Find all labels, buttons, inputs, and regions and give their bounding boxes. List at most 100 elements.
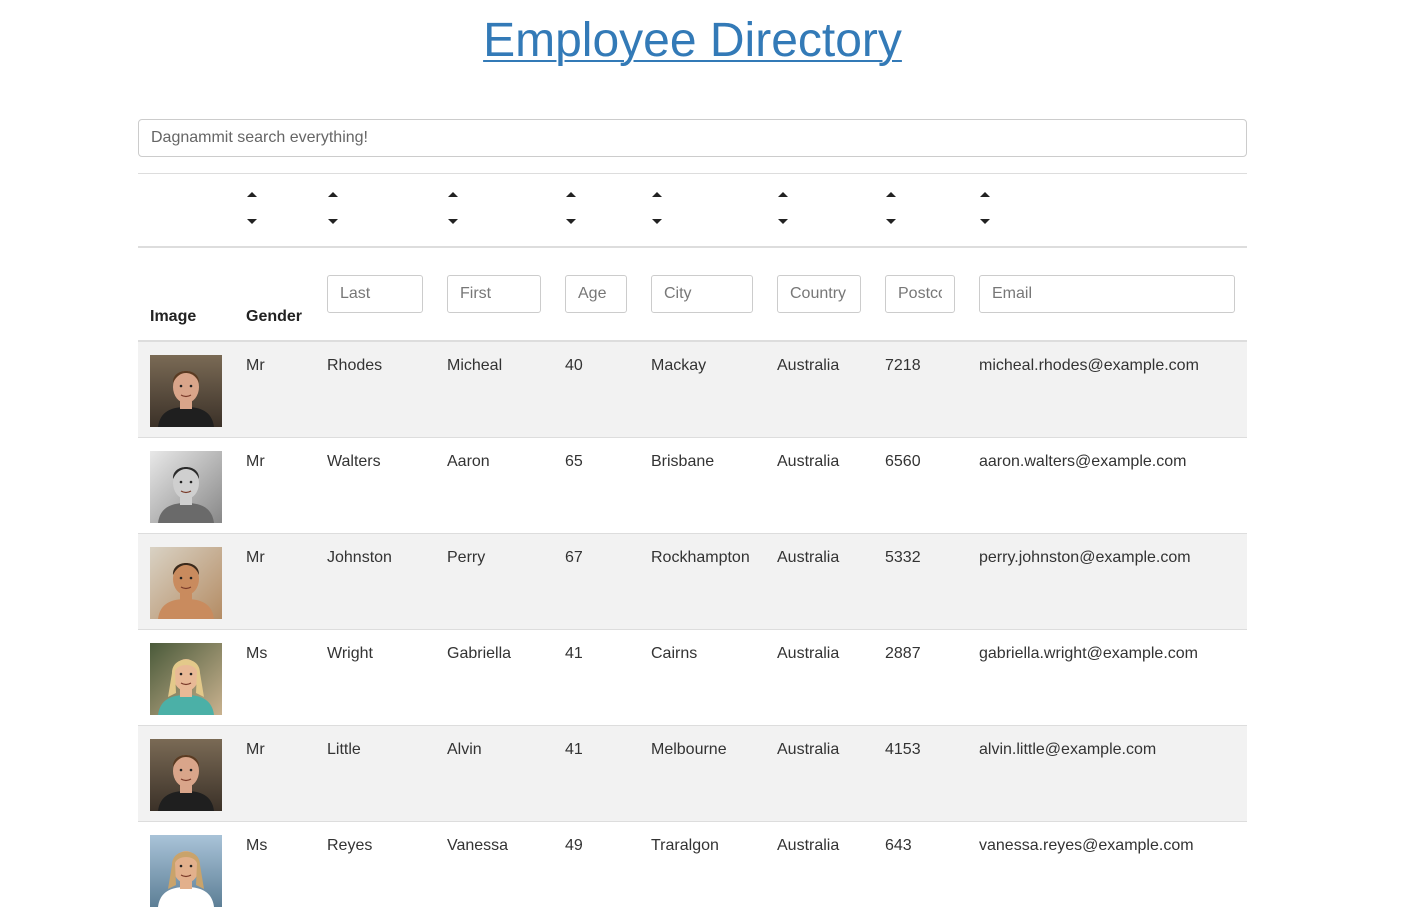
sort-cell-gender: [234, 173, 315, 247]
cell-email: gabriella.wright@example.com: [967, 628, 1247, 725]
cell-age: 49: [553, 820, 639, 917]
sort-first-control[interactable]: [446, 191, 460, 224]
table-row[interactable]: Mr Johnston Perry 67 Rockhampton Australia 533…: [138, 532, 1247, 629]
cell-postcode: 5332: [873, 532, 967, 629]
filter-last-input[interactable]: [327, 275, 423, 313]
avatar: [150, 355, 222, 427]
sort-city-asc-icon[interactable]: [652, 191, 662, 197]
cell-country: Australia: [765, 436, 873, 533]
avatar: [150, 450, 222, 523]
filter-postcode-input[interactable]: [885, 275, 955, 313]
sort-age-asc-icon[interactable]: [566, 191, 576, 197]
sort-age-desc-icon[interactable]: [566, 218, 576, 224]
cell-last: Johnston: [315, 532, 435, 629]
cell-first: Micheal: [435, 340, 553, 437]
filter-first-input[interactable]: [447, 275, 541, 313]
sort-age-control[interactable]: [564, 191, 578, 224]
cell-gender: Ms: [234, 628, 315, 725]
search-input[interactable]: [138, 119, 1247, 157]
sort-gender-asc-icon[interactable]: [247, 191, 257, 197]
sort-first-asc-icon[interactable]: [448, 191, 458, 197]
sort-cell-last: [315, 173, 435, 247]
sort-postcode-desc-icon[interactable]: [886, 218, 896, 224]
employee-table: Image Gender MrRhodesMic: [138, 173, 1247, 917]
sort-country-control[interactable]: [776, 191, 790, 224]
cell-image: [138, 436, 234, 533]
sort-postcode-control[interactable]: [884, 191, 898, 224]
sort-last-control[interactable]: [326, 191, 340, 224]
cell-image: [138, 532, 234, 629]
table-body: Mr Rhodes Micheal 40 Mackay Australia 7218 mich…: [138, 340, 1247, 917]
cell-first: Aaron: [435, 436, 553, 533]
header-last: [315, 246, 435, 342]
cell-country: Australia: [765, 724, 873, 821]
cell-city: Mackay: [639, 340, 765, 437]
cell-city: Rockhampton: [639, 532, 765, 629]
cell-image: [138, 628, 234, 725]
cell-gender: Mr: [234, 340, 315, 437]
avatar: [150, 738, 222, 811]
cell-last: Rhodes: [315, 340, 435, 437]
cell-gender: Mr: [234, 724, 315, 821]
filter-email-input[interactable]: [979, 275, 1235, 313]
sort-cell-email: [967, 173, 1247, 247]
cell-postcode: 6560: [873, 436, 967, 533]
page-title[interactable]: Employee Directory: [483, 8, 902, 74]
sort-first-desc-icon[interactable]: [448, 218, 458, 224]
cell-postcode: 643: [873, 820, 967, 917]
sort-gender-control[interactable]: [245, 191, 259, 224]
employee-table-container: Image Gender MrRhodesMic: [138, 173, 1247, 917]
cell-country: Australia: [765, 340, 873, 437]
sort-gender-desc-icon[interactable]: [247, 218, 257, 224]
sort-country-asc-icon[interactable]: [778, 191, 788, 197]
sort-cell-image: [138, 173, 234, 247]
sort-last-asc-icon[interactable]: [328, 191, 338, 197]
sort-postcode-asc-icon[interactable]: [886, 191, 896, 197]
cell-email: alvin.little@example.com: [967, 724, 1247, 821]
sort-email-control[interactable]: [978, 191, 992, 224]
cell-email: vanessa.reyes@example.com: [967, 820, 1247, 917]
cell-first: Perry: [435, 532, 553, 629]
header-row: Image Gender: [138, 246, 1247, 342]
cell-country: Australia: [765, 532, 873, 629]
sort-email-asc-icon[interactable]: [980, 191, 990, 197]
table-row[interactable]: Ms Wright Gabriella 41 Cairns Australia 2887 ga…: [138, 628, 1247, 725]
cell-age: 65: [553, 436, 639, 533]
cell-first: Gabriella: [435, 628, 553, 725]
header-email: [967, 246, 1247, 342]
filter-age-input[interactable]: [565, 275, 627, 313]
avatar: [150, 642, 222, 715]
sort-email-desc-icon[interactable]: [980, 218, 990, 224]
cell-postcode: 7218: [873, 340, 967, 437]
sort-row: [138, 173, 1247, 247]
cell-age: 67: [553, 532, 639, 629]
cell-last: Walters: [315, 436, 435, 533]
header-first: [435, 246, 553, 342]
table-row[interactable]: Ms Reyes Vanessa 49 Traralgon Australia 643 van…: [138, 820, 1247, 917]
sort-cell-city: [639, 173, 765, 247]
cell-email: micheal.rhodes@example.com: [967, 340, 1247, 437]
cell-gender: Mr: [234, 436, 315, 533]
header-country: [765, 246, 873, 342]
filter-country-input[interactable]: [777, 275, 861, 313]
table-row[interactable]: Mr Walters Aaron 65 Brisbane Australia 6560 aar…: [138, 436, 1247, 533]
filter-city-input[interactable]: [651, 275, 753, 313]
sort-city-desc-icon[interactable]: [652, 218, 662, 224]
cell-image: [138, 724, 234, 821]
cell-postcode: 2887: [873, 628, 967, 725]
table-row[interactable]: Mr Little Alvin 41 Melbourne Australia 4153 alv…: [138, 724, 1247, 821]
cell-last: Reyes: [315, 820, 435, 917]
cell-city: Traralgon: [639, 820, 765, 917]
avatar: [150, 546, 222, 619]
sort-last-desc-icon[interactable]: [328, 218, 338, 224]
sort-country-desc-icon[interactable]: [778, 218, 788, 224]
sort-city-control[interactable]: [650, 191, 664, 224]
cell-city: Cairns: [639, 628, 765, 725]
header-image: Image: [138, 246, 234, 342]
sort-cell-age: [553, 173, 639, 247]
cell-first: Vanessa: [435, 820, 553, 917]
sort-cell-country: [765, 173, 873, 247]
table-row[interactable]: Mr Rhodes Micheal 40 Mackay Australia 7218 mich…: [138, 340, 1247, 437]
sort-cell-first: [435, 173, 553, 247]
cell-image: [138, 340, 234, 437]
